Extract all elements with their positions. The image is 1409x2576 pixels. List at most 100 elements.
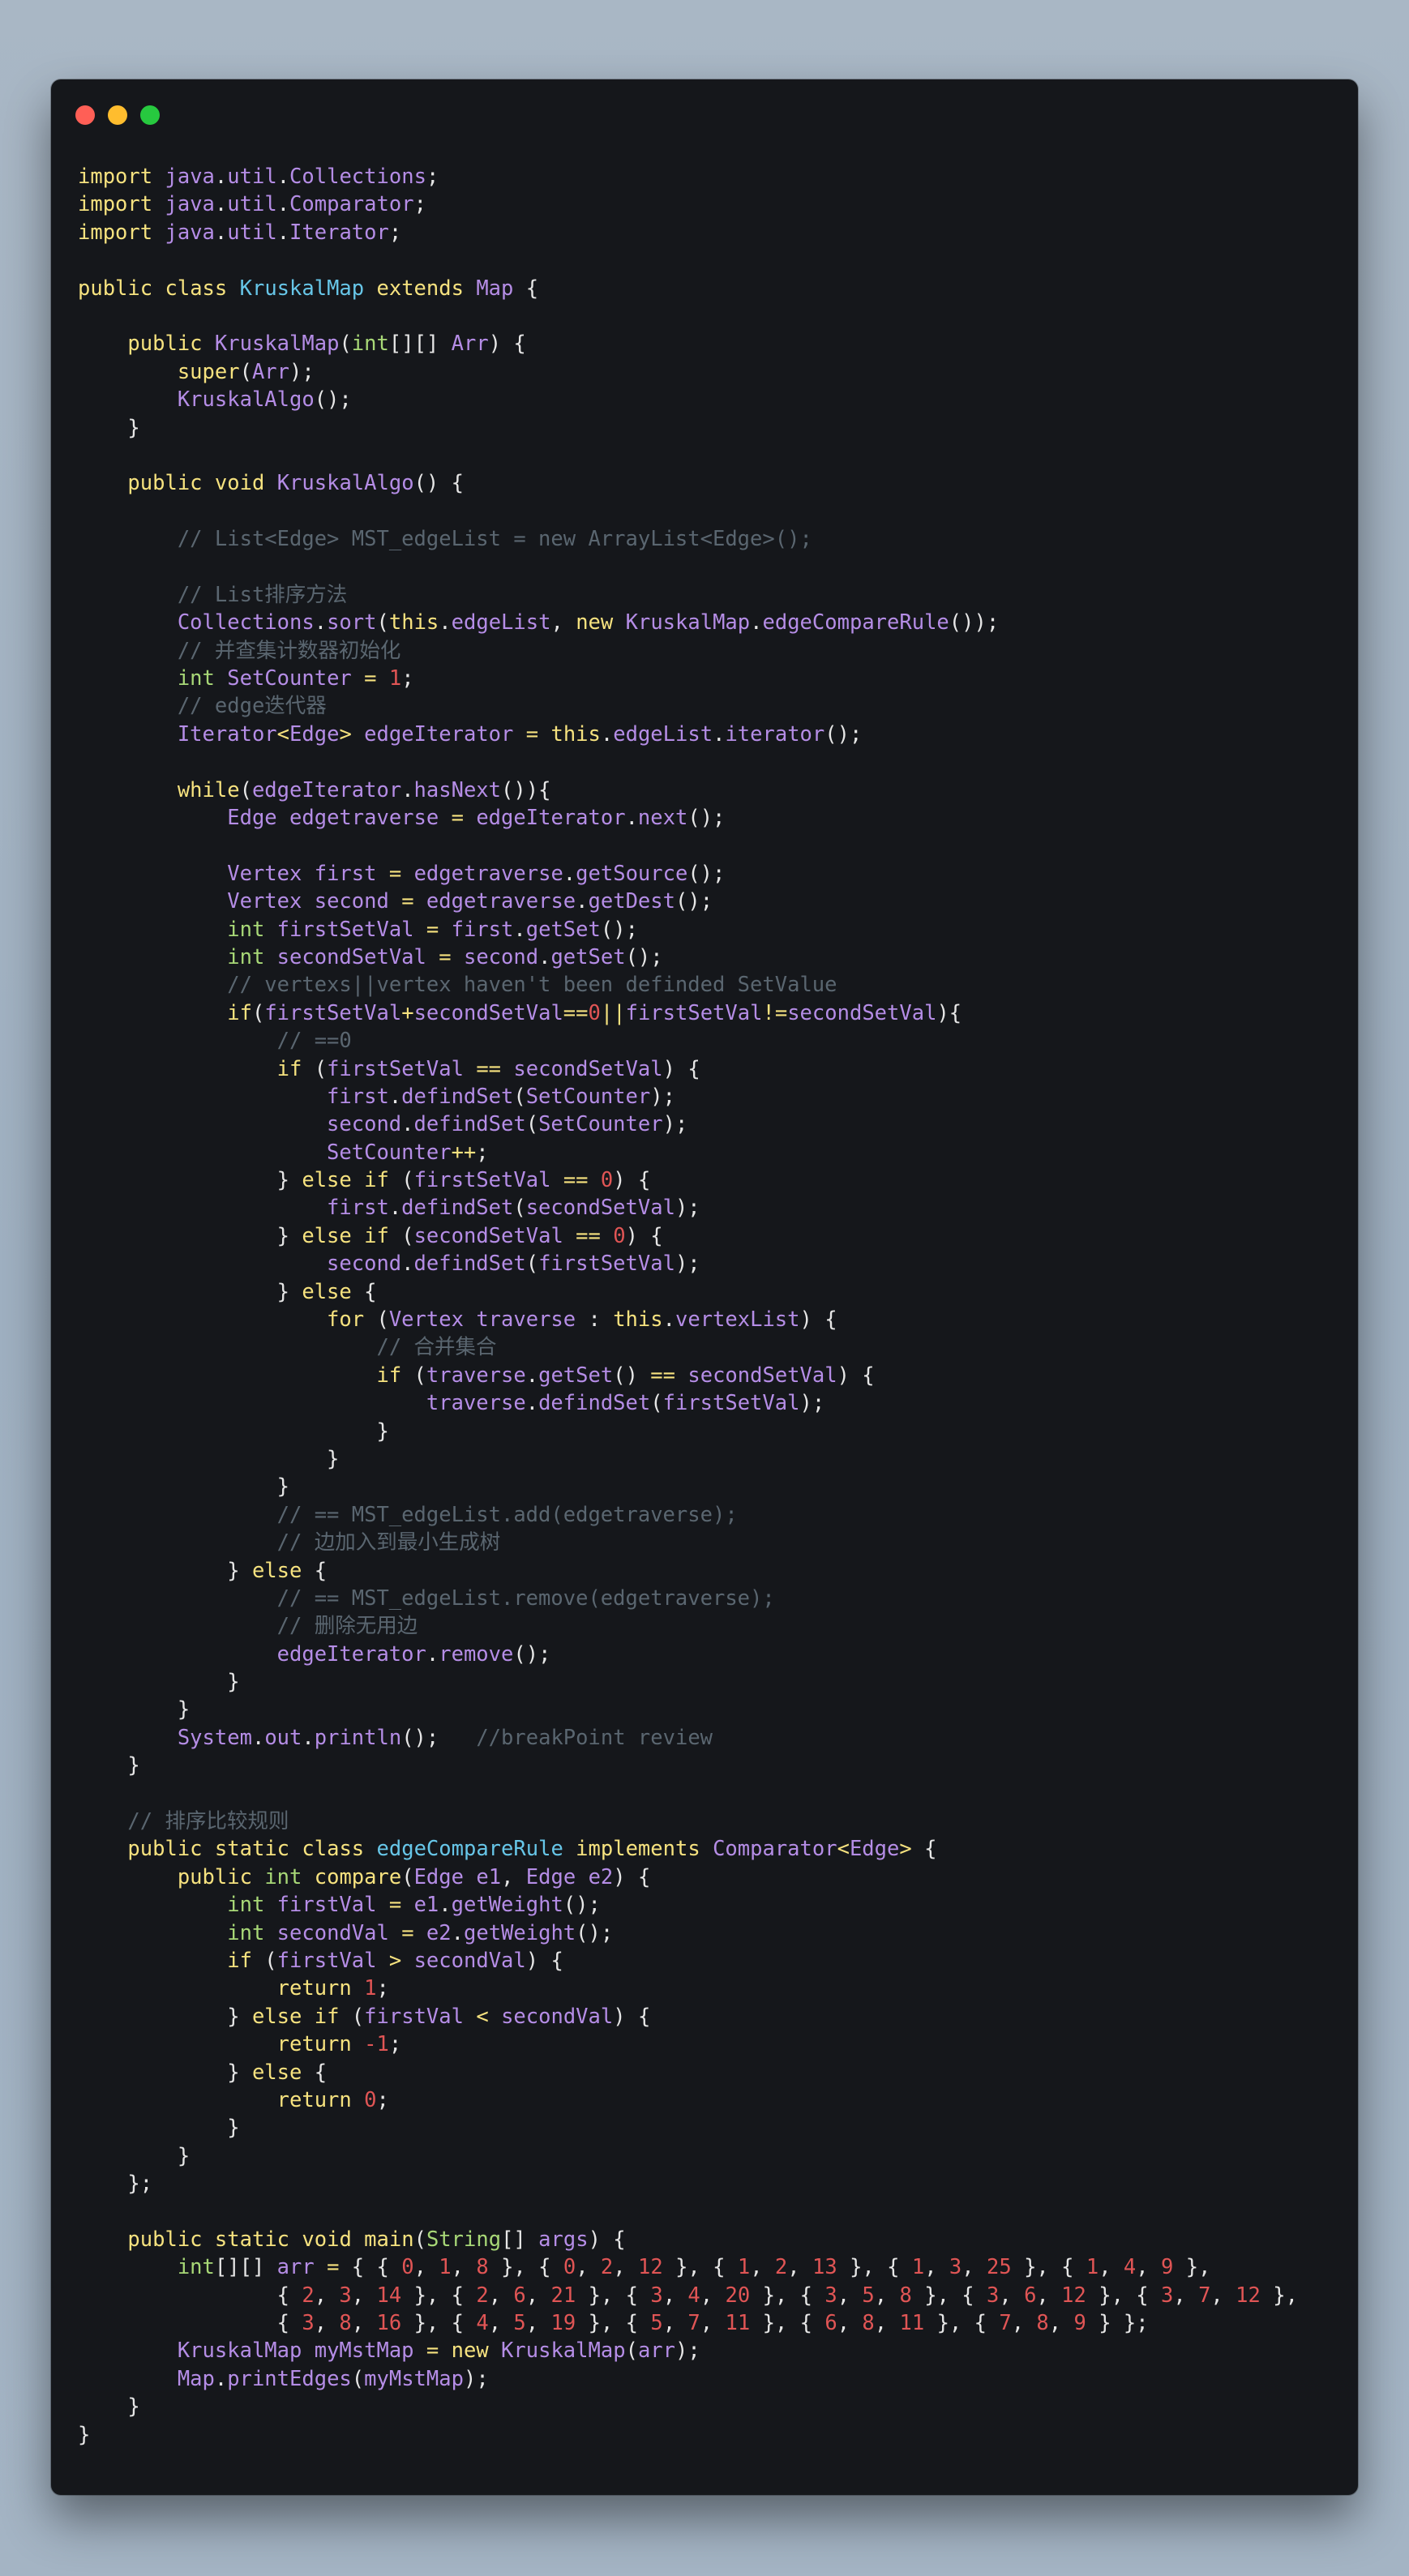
- code-token: }: [78, 1446, 340, 1471]
- code-token: },: [1173, 2255, 1211, 2280]
- code-token: =: [401, 1920, 414, 1945]
- code-token: );: [662, 1112, 688, 1137]
- code-token: 13: [812, 2255, 837, 2280]
- code-token: !=: [762, 1000, 788, 1025]
- code-token: ;: [388, 2032, 402, 2057]
- code-token: 4: [687, 2283, 700, 2308]
- code-token: // == MST_edgeList.remove(edgetraverse);: [276, 1585, 775, 1611]
- code-token: .: [750, 610, 763, 635]
- code-token: while: [177, 777, 240, 802]
- code-line: // 合并集合: [78, 1333, 1298, 1361]
- code-token: }: [78, 1168, 302, 1193]
- code-token: ) {: [613, 2004, 651, 2029]
- code-line: } else if (secondSetVal == 0) {: [78, 1222, 1298, 1250]
- close-window-icon[interactable]: [75, 105, 95, 125]
- code-token: (: [239, 777, 252, 802]
- code-token: arr: [637, 2339, 675, 2364]
- code-token: // vertexs||vertex haven't been definded…: [227, 973, 837, 998]
- code-token: else: [302, 1279, 352, 1304]
- code-line: int[][] arr = { { 0, 1, 8 }, { 0, 2, 12 …: [78, 2253, 1298, 2281]
- code-token: 9: [1073, 2311, 1086, 2336]
- code-token: (: [376, 610, 389, 635]
- code-token: edgetraverse: [426, 889, 576, 914]
- code-token: firstSetVal: [662, 1391, 800, 1416]
- code-token: (: [625, 2339, 638, 2364]
- code-token: implements: [576, 1837, 700, 1862]
- code-line: public class KruskalMap extends Map {: [78, 275, 1298, 302]
- code-token: new: [576, 610, 614, 635]
- maximize-window-icon[interactable]: [140, 105, 160, 125]
- code-token: Vertex: [227, 861, 302, 886]
- code-token: secondVal: [501, 2004, 614, 2029]
- code-token: }: [78, 1223, 302, 1248]
- code-token: 1: [737, 2255, 751, 2280]
- code-block: import java.util.Collections; import java…: [78, 163, 1298, 2449]
- code-token: (: [513, 1084, 526, 1109]
- code-token: .: [662, 1307, 675, 1333]
- code-token: }: [78, 2422, 91, 2447]
- code-token: defindSet: [413, 1112, 526, 1137]
- code-token: ,: [1036, 2283, 1062, 2308]
- code-token: util: [227, 165, 277, 189]
- code-token: // 合并集合: [376, 1335, 497, 1360]
- code-token: .: [513, 917, 526, 942]
- code-token: KruskalMap: [214, 332, 340, 357]
- code-token: int: [227, 1920, 265, 1945]
- code-token: second: [463, 944, 539, 969]
- code-token: }, {: [837, 2255, 912, 2280]
- code-line: }: [78, 414, 1298, 442]
- code-token: .: [276, 220, 290, 245]
- code-token: .: [576, 889, 589, 914]
- code-token: Edge: [413, 1864, 464, 1889]
- code-token: Edge: [227, 805, 277, 830]
- code-token: ) {: [588, 2227, 626, 2252]
- code-token: defindSet: [413, 1252, 526, 1277]
- code-token: ) {: [525, 1949, 563, 1973]
- code-token: Iterator: [177, 721, 277, 747]
- code-line: // edge迭代器: [78, 692, 1298, 720]
- code-line: if(firstSetVal+secondSetVal==0||firstSet…: [78, 999, 1298, 1027]
- minimize-window-icon[interactable]: [108, 105, 127, 125]
- code-line: }: [78, 1418, 1298, 1445]
- code-line: // vertexs||vertex haven't been definded…: [78, 971, 1298, 999]
- code-token: .: [600, 721, 614, 747]
- code-token: edgeIterator: [364, 721, 514, 747]
- code-token: =: [401, 889, 414, 914]
- code-token: int: [177, 2255, 215, 2280]
- code-token: edgeCompareRule: [376, 1837, 563, 1862]
- code-token: }: [78, 1474, 289, 1500]
- code-token: second: [327, 1112, 402, 1137]
- code-token: 11: [725, 2311, 751, 2336]
- code-token: 11: [899, 2311, 925, 2336]
- code-line: } else {: [78, 2059, 1298, 2086]
- code-token: }, {: [1086, 2283, 1161, 2308]
- code-token: 1: [1086, 2255, 1099, 2280]
- code-token: ) {: [488, 332, 526, 357]
- code-token: =: [426, 917, 439, 942]
- code-token: (: [525, 1112, 539, 1137]
- code-token: ();: [687, 805, 726, 830]
- code-token: getSet: [538, 1363, 614, 1388]
- code-line: Edge edgetraverse = edgeIterator.next();: [78, 804, 1298, 832]
- code-line: }: [78, 1752, 1298, 1779]
- code-token: ,: [874, 2283, 900, 2308]
- code-token: e1: [476, 1864, 502, 1889]
- code-token: traverse: [426, 1391, 526, 1416]
- code-token: );: [675, 1252, 700, 1277]
